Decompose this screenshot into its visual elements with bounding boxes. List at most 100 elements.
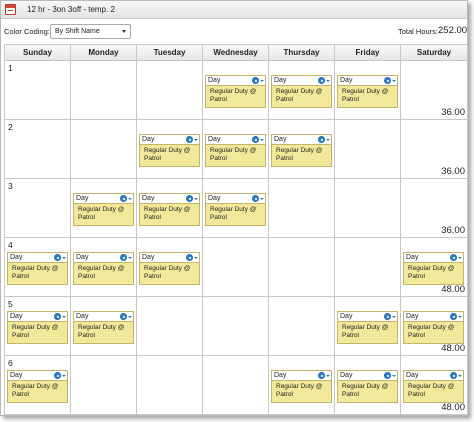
day-cell[interactable] (71, 61, 137, 120)
day-cell[interactable]: Day Regular Duty @ Patrol (137, 179, 203, 238)
gear-icon[interactable] (54, 254, 61, 261)
shift-block[interactable]: Day Regular Duty @ Patrol (7, 311, 68, 344)
day-cell[interactable]: 36.00 (401, 120, 468, 179)
chevron-down-icon[interactable] (392, 80, 396, 82)
gear-icon[interactable] (384, 313, 391, 320)
day-cell[interactable]: Day Regular Duty @ Patrol (71, 238, 137, 297)
shift-block[interactable]: Day Regular Duty @ Patrol (271, 370, 332, 403)
day-cell[interactable] (71, 356, 137, 415)
chevron-down-icon[interactable] (194, 198, 198, 200)
day-cell[interactable]: Day Regular Duty @ Patrol (203, 61, 269, 120)
chevron-down-icon[interactable] (260, 198, 264, 200)
shift-block[interactable]: Day Regular Duty @ Patrol (7, 252, 68, 285)
shift-block[interactable]: Day Regular Duty @ Patrol (337, 75, 398, 108)
shift-block[interactable]: Day Regular Duty @ Patrol (403, 252, 464, 285)
day-cell[interactable]: Day Regular Duty @ Patrol (335, 61, 401, 120)
day-cell[interactable] (137, 356, 203, 415)
day-cell[interactable]: 6 Day Regular Duty @ Patrol (5, 356, 71, 415)
day-cell[interactable]: 1 (5, 61, 71, 120)
chevron-down-icon[interactable] (326, 80, 330, 82)
day-cell[interactable]: Day Regular Duty @ Patrol (137, 238, 203, 297)
day-cell[interactable] (71, 120, 137, 179)
shift-block[interactable]: Day Regular Duty @ Patrol (139, 252, 200, 285)
chevron-down-icon[interactable] (62, 375, 66, 377)
day-cell[interactable]: 2 (5, 120, 71, 179)
shift-block[interactable]: Day Regular Duty @ Patrol (271, 75, 332, 108)
gear-icon[interactable] (450, 254, 457, 261)
shift-block[interactable]: Day Regular Duty @ Patrol (7, 370, 68, 403)
chevron-down-icon[interactable] (392, 375, 396, 377)
gear-icon[interactable] (384, 372, 391, 379)
chevron-down-icon[interactable] (194, 257, 198, 259)
day-cell[interactable] (335, 120, 401, 179)
shift-block[interactable]: Day Regular Duty @ Patrol (73, 193, 134, 226)
shift-block[interactable]: Day Regular Duty @ Patrol (205, 75, 266, 108)
color-coding-select[interactable]: By Shift Name (50, 24, 131, 39)
shift-block[interactable]: Day Regular Duty @ Patrol (403, 370, 464, 403)
day-cell[interactable] (269, 179, 335, 238)
day-cell[interactable]: Day Regular Duty @ Patrol (269, 61, 335, 120)
day-cell[interactable] (335, 238, 401, 297)
chevron-down-icon[interactable] (326, 375, 330, 377)
gear-icon[interactable] (186, 195, 193, 202)
day-cell[interactable]: 3 (5, 179, 71, 238)
day-cell[interactable]: 48.00 Day Regular Duty @ Patrol (401, 356, 468, 415)
day-cell[interactable]: 36.00 (401, 61, 468, 120)
day-cell[interactable] (137, 297, 203, 356)
shift-block[interactable]: Day Regular Duty @ Patrol (205, 134, 266, 167)
gear-icon[interactable] (186, 254, 193, 261)
chevron-down-icon[interactable] (194, 139, 198, 141)
shift-block[interactable]: Day Regular Duty @ Patrol (403, 311, 464, 344)
day-cell[interactable]: 36.00 (401, 179, 468, 238)
day-cell[interactable]: Day Regular Duty @ Patrol (269, 356, 335, 415)
gear-icon[interactable] (252, 195, 259, 202)
chevron-down-icon[interactable] (458, 375, 462, 377)
gear-icon[interactable] (120, 313, 127, 320)
chevron-down-icon[interactable] (392, 316, 396, 318)
gear-icon[interactable] (384, 77, 391, 84)
day-cell[interactable] (269, 238, 335, 297)
gear-icon[interactable] (186, 136, 193, 143)
gear-icon[interactable] (318, 77, 325, 84)
gear-icon[interactable] (318, 136, 325, 143)
shift-block[interactable]: Day Regular Duty @ Patrol (139, 134, 200, 167)
day-cell[interactable]: 5 Day Regular Duty @ Patrol (5, 297, 71, 356)
shift-block[interactable]: Day Regular Duty @ Patrol (337, 311, 398, 344)
day-cell[interactable]: Day Regular Duty @ Patrol (71, 297, 137, 356)
gear-icon[interactable] (120, 195, 127, 202)
gear-icon[interactable] (252, 77, 259, 84)
shift-block[interactable]: Day Regular Duty @ Patrol (271, 134, 332, 167)
gear-icon[interactable] (318, 372, 325, 379)
day-cell[interactable]: 48.00 Day Regular Duty @ Patrol (401, 238, 468, 297)
chevron-down-icon[interactable] (326, 139, 330, 141)
chevron-down-icon[interactable] (458, 257, 462, 259)
chevron-down-icon[interactable] (128, 257, 132, 259)
gear-icon[interactable] (54, 372, 61, 379)
day-cell[interactable]: Day Regular Duty @ Patrol (71, 179, 137, 238)
day-cell[interactable]: Day Regular Duty @ Patrol (335, 356, 401, 415)
day-cell[interactable] (203, 297, 269, 356)
gear-icon[interactable] (450, 372, 457, 379)
chevron-down-icon[interactable] (260, 80, 264, 82)
gear-icon[interactable] (120, 254, 127, 261)
day-cell[interactable]: 4 Day Regular Duty @ Patrol (5, 238, 71, 297)
day-cell[interactable] (335, 179, 401, 238)
day-cell[interactable]: Day Regular Duty @ Patrol (203, 179, 269, 238)
chevron-down-icon[interactable] (458, 316, 462, 318)
shift-block[interactable]: Day Regular Duty @ Patrol (73, 252, 134, 285)
chevron-down-icon[interactable] (62, 316, 66, 318)
gear-icon[interactable] (450, 313, 457, 320)
chevron-down-icon[interactable] (62, 257, 66, 259)
shift-block[interactable]: Day Regular Duty @ Patrol (73, 311, 134, 344)
day-cell[interactable]: 48.00 Day Regular Duty @ Patrol (401, 297, 468, 356)
day-cell[interactable] (269, 297, 335, 356)
day-cell[interactable] (203, 356, 269, 415)
gear-icon[interactable] (54, 313, 61, 320)
gear-icon[interactable] (252, 136, 259, 143)
shift-block[interactable]: Day Regular Duty @ Patrol (337, 370, 398, 403)
day-cell[interactable]: Day Regular Duty @ Patrol (203, 120, 269, 179)
chevron-down-icon[interactable] (260, 139, 264, 141)
shift-block[interactable]: Day Regular Duty @ Patrol (205, 193, 266, 226)
day-cell[interactable]: Day Regular Duty @ Patrol (269, 120, 335, 179)
shift-block[interactable]: Day Regular Duty @ Patrol (139, 193, 200, 226)
